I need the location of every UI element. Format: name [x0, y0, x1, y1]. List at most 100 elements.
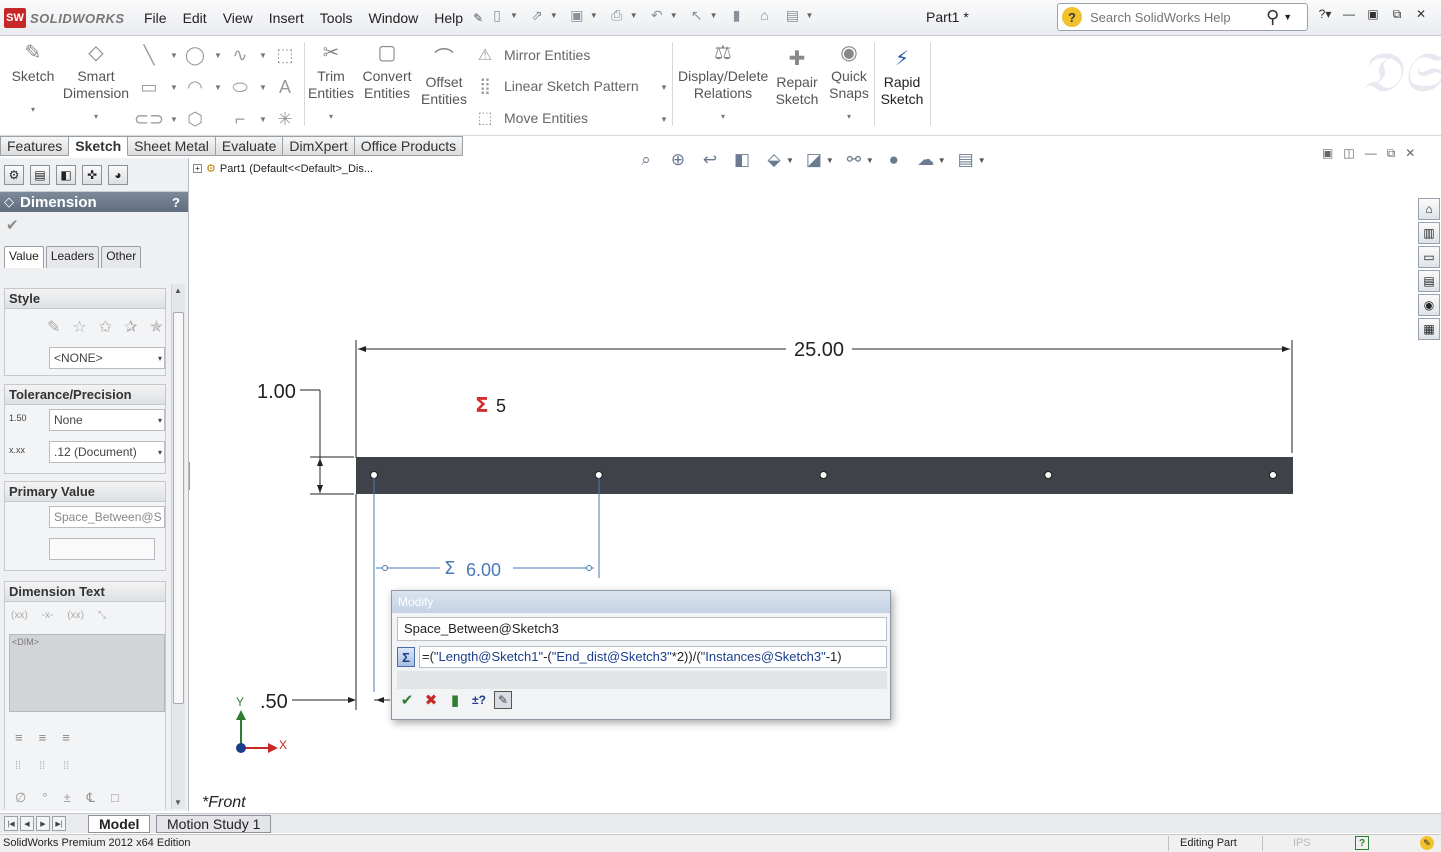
mirror-entities-button[interactable]: ⚠ Mirror Entities — [474, 44, 591, 66]
square-icon[interactable]: □ — [111, 790, 119, 806]
tab-motion-study-1[interactable]: Motion Study 1 — [156, 815, 272, 833]
menu-file[interactable]: File — [136, 10, 175, 26]
trim-entities-button[interactable]: ✂ Trim Entities ▾ — [306, 36, 356, 125]
pm-scroll-thumb[interactable] — [173, 312, 184, 704]
circle-icon[interactable]: ◯ — [183, 44, 207, 66]
center-dim-icon[interactable]: -x- — [42, 610, 54, 621]
sketch-point[interactable] — [819, 471, 828, 479]
help-question-icon[interactable]: ? — [1062, 7, 1082, 27]
convert-entities-button[interactable]: ▢ Convert Entities — [358, 36, 416, 102]
menu-view[interactable]: View — [215, 10, 261, 26]
menu-insert[interactable]: Insert — [261, 10, 312, 26]
search-icon[interactable]: ⚲ — [1266, 7, 1279, 28]
dim-spacing-text[interactable]: 6.00 — [466, 560, 501, 580]
align-center-icon[interactable]: ≡ — [39, 730, 47, 745]
home-icon[interactable]: ⌂ — [1418, 198, 1440, 220]
smart-dimension-button[interactable]: ◇ Smart Dimension ▾ — [62, 36, 130, 125]
text-icon[interactable]: A — [273, 76, 297, 98]
offset-entities-button[interactable]: ⌒ Offset Entities — [418, 42, 470, 108]
dim-overall-text[interactable]: 25.00 — [794, 339, 844, 361]
favorite-style-select[interactable]: <NONE> ▾ — [49, 347, 165, 369]
rebuild-tip-icon[interactable]: ✎ — [1420, 836, 1434, 850]
add-style-icon[interactable]: ☆ — [72, 317, 86, 337]
configuration-manager-icon[interactable]: ◧ — [56, 164, 76, 185]
instances-text[interactable]: 5 — [496, 396, 506, 416]
load-style-icon[interactable]: ✯ — [150, 317, 163, 337]
rapid-sketch-button[interactable]: ⚡ Rapid Sketch — [877, 42, 927, 108]
ok-check-icon[interactable]: ✔ — [398, 691, 416, 709]
slot-icon[interactable]: ⊂⊃ — [134, 108, 164, 130]
move-entities-button[interactable]: ⬚ Move Entities — [474, 107, 588, 129]
fillet-icon[interactable]: ⌐ — [228, 108, 252, 130]
tab-evaluate[interactable]: Evaluate — [215, 136, 284, 156]
prev-tab-icon[interactable]: ◀ — [20, 816, 34, 831]
tolerance-group-title[interactable]: Tolerance/Precision — [5, 385, 165, 405]
sigma-icon[interactable]: Σ — [397, 647, 415, 667]
save-icon[interactable]: ▣ — [568, 6, 586, 24]
tab-model[interactable]: Model — [88, 815, 151, 833]
spacing-handle-right[interactable] — [586, 565, 592, 571]
align-right-icon[interactable]: ≡ — [62, 730, 70, 745]
plus-minus-icon[interactable]: ± — [64, 790, 71, 806]
repair-sketch-button[interactable]: ✚ Repair Sketch — [772, 42, 822, 108]
point-icon[interactable]: ✳ — [273, 108, 297, 130]
tab-features[interactable]: Features — [0, 136, 70, 156]
ok-checkmark-button[interactable]: ✔ — [0, 212, 188, 238]
rebuild-icon[interactable]: ▮ — [728, 6, 746, 24]
style-group-title[interactable]: Style — [5, 289, 165, 309]
sketch-point[interactable] — [1044, 471, 1053, 479]
tab-leaders[interactable]: Leaders — [45, 246, 100, 268]
align-left-icon[interactable]: ≡ — [15, 730, 23, 745]
display-manager-icon[interactable]: ◕ — [108, 164, 128, 185]
close-icon[interactable]: ✕ — [1412, 6, 1430, 22]
menu-help[interactable]: Help — [426, 10, 471, 26]
spline-icon[interactable]: ∿ — [228, 44, 252, 66]
tab-dimxpert[interactable]: DimXpert — [283, 136, 355, 156]
menu-tools[interactable]: Tools — [312, 10, 361, 26]
dimxpert-manager-icon[interactable]: ✜ — [82, 164, 102, 185]
sketch-point[interactable] — [1269, 471, 1277, 479]
feature-manager-icon[interactable]: ⚙ — [4, 164, 24, 185]
dim-height-text[interactable]: 1.00 — [257, 381, 296, 403]
layout-3-icon[interactable]: ⁞⁞ — [63, 760, 69, 772]
mark-for-drawing-icon[interactable]: ✎ — [494, 691, 512, 709]
new-document-icon[interactable]: ▯ — [488, 6, 506, 24]
sketch-point[interactable] — [594, 471, 603, 479]
tab-office-products[interactable]: Office Products — [354, 136, 464, 156]
diameter-icon[interactable]: ∅ — [15, 790, 26, 806]
tab-sketch[interactable]: Sketch — [69, 136, 129, 156]
sketch-button[interactable]: ✎ Sketch ▾ — [8, 36, 58, 118]
print-icon[interactable]: ⎙ — [608, 6, 626, 24]
design-library-icon[interactable]: ▥ — [1418, 222, 1440, 244]
ellipse-icon[interactable]: ⬭ — [228, 76, 252, 98]
save-style-icon[interactable]: ✰ — [124, 317, 137, 337]
property-manager-icon[interactable]: ▤ — [30, 164, 50, 185]
tolerance-type-select[interactable]: None ▾ — [49, 409, 165, 431]
help-search-input[interactable] — [1090, 9, 1260, 25]
plane-icon[interactable]: ⬚ — [273, 44, 297, 66]
menu-window[interactable]: Window — [360, 10, 426, 26]
polygon-icon[interactable]: ⬡ — [183, 108, 207, 130]
offset-text-icon[interactable]: ⤡ — [98, 610, 106, 621]
arc-icon[interactable]: ◠ — [183, 76, 207, 98]
sketch-point[interactable] — [370, 471, 378, 479]
precision-select[interactable]: .12 (Document) ▾ — [49, 441, 165, 463]
spacing-handle-left[interactable] — [382, 565, 388, 571]
cancel-x-icon[interactable]: ✖ — [422, 691, 440, 709]
tab-value[interactable]: Value — [4, 246, 44, 268]
dim-offset-text[interactable]: .50 — [260, 691, 288, 713]
view-palette-icon[interactable]: ▤ — [1418, 270, 1440, 292]
quick-snaps-button[interactable]: ◉ Quick Snaps ▾ — [826, 36, 872, 125]
solidworks-logo[interactable]: SW SOLIDWORKS — [4, 8, 125, 28]
tile-icon[interactable]: ⧉ — [1388, 6, 1406, 22]
custom-properties-icon[interactable]: ▦ — [1418, 318, 1440, 340]
last-tab-icon[interactable]: ▶| — [52, 816, 66, 831]
status-help-icon[interactable]: ? — [1355, 836, 1369, 850]
linear-sketch-pattern-button[interactable]: ⣿ Linear Sketch Pattern — [474, 75, 639, 97]
line-icon[interactable]: ╲ — [137, 44, 161, 66]
apply-style-icon[interactable]: ✎ — [47, 317, 60, 337]
dimension-name-field[interactable]: Space_Between@Sketch3 — [397, 617, 887, 641]
units-text[interactable]: IPS — [1293, 837, 1311, 849]
layout-1-icon[interactable]: ⁞⁞ — [15, 760, 21, 772]
parentheses-icon[interactable]: (xx) — [11, 610, 28, 621]
